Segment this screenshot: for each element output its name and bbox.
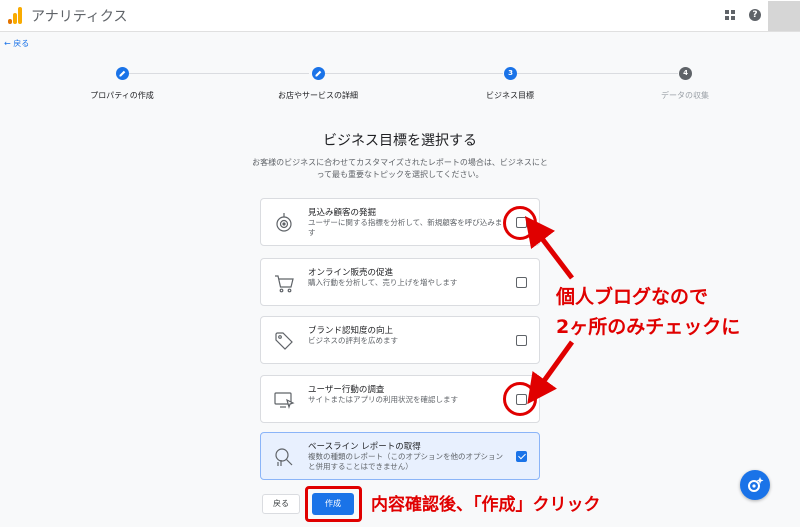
annotation-text-line2: 2ヶ所のみチェックに	[556, 316, 741, 338]
annotation-arrows	[524, 216, 575, 405]
annotation-text-create: 内容確認後、「作成」クリック	[371, 495, 601, 515]
annotation-text-line1: 個人ブログなので	[556, 286, 709, 308]
